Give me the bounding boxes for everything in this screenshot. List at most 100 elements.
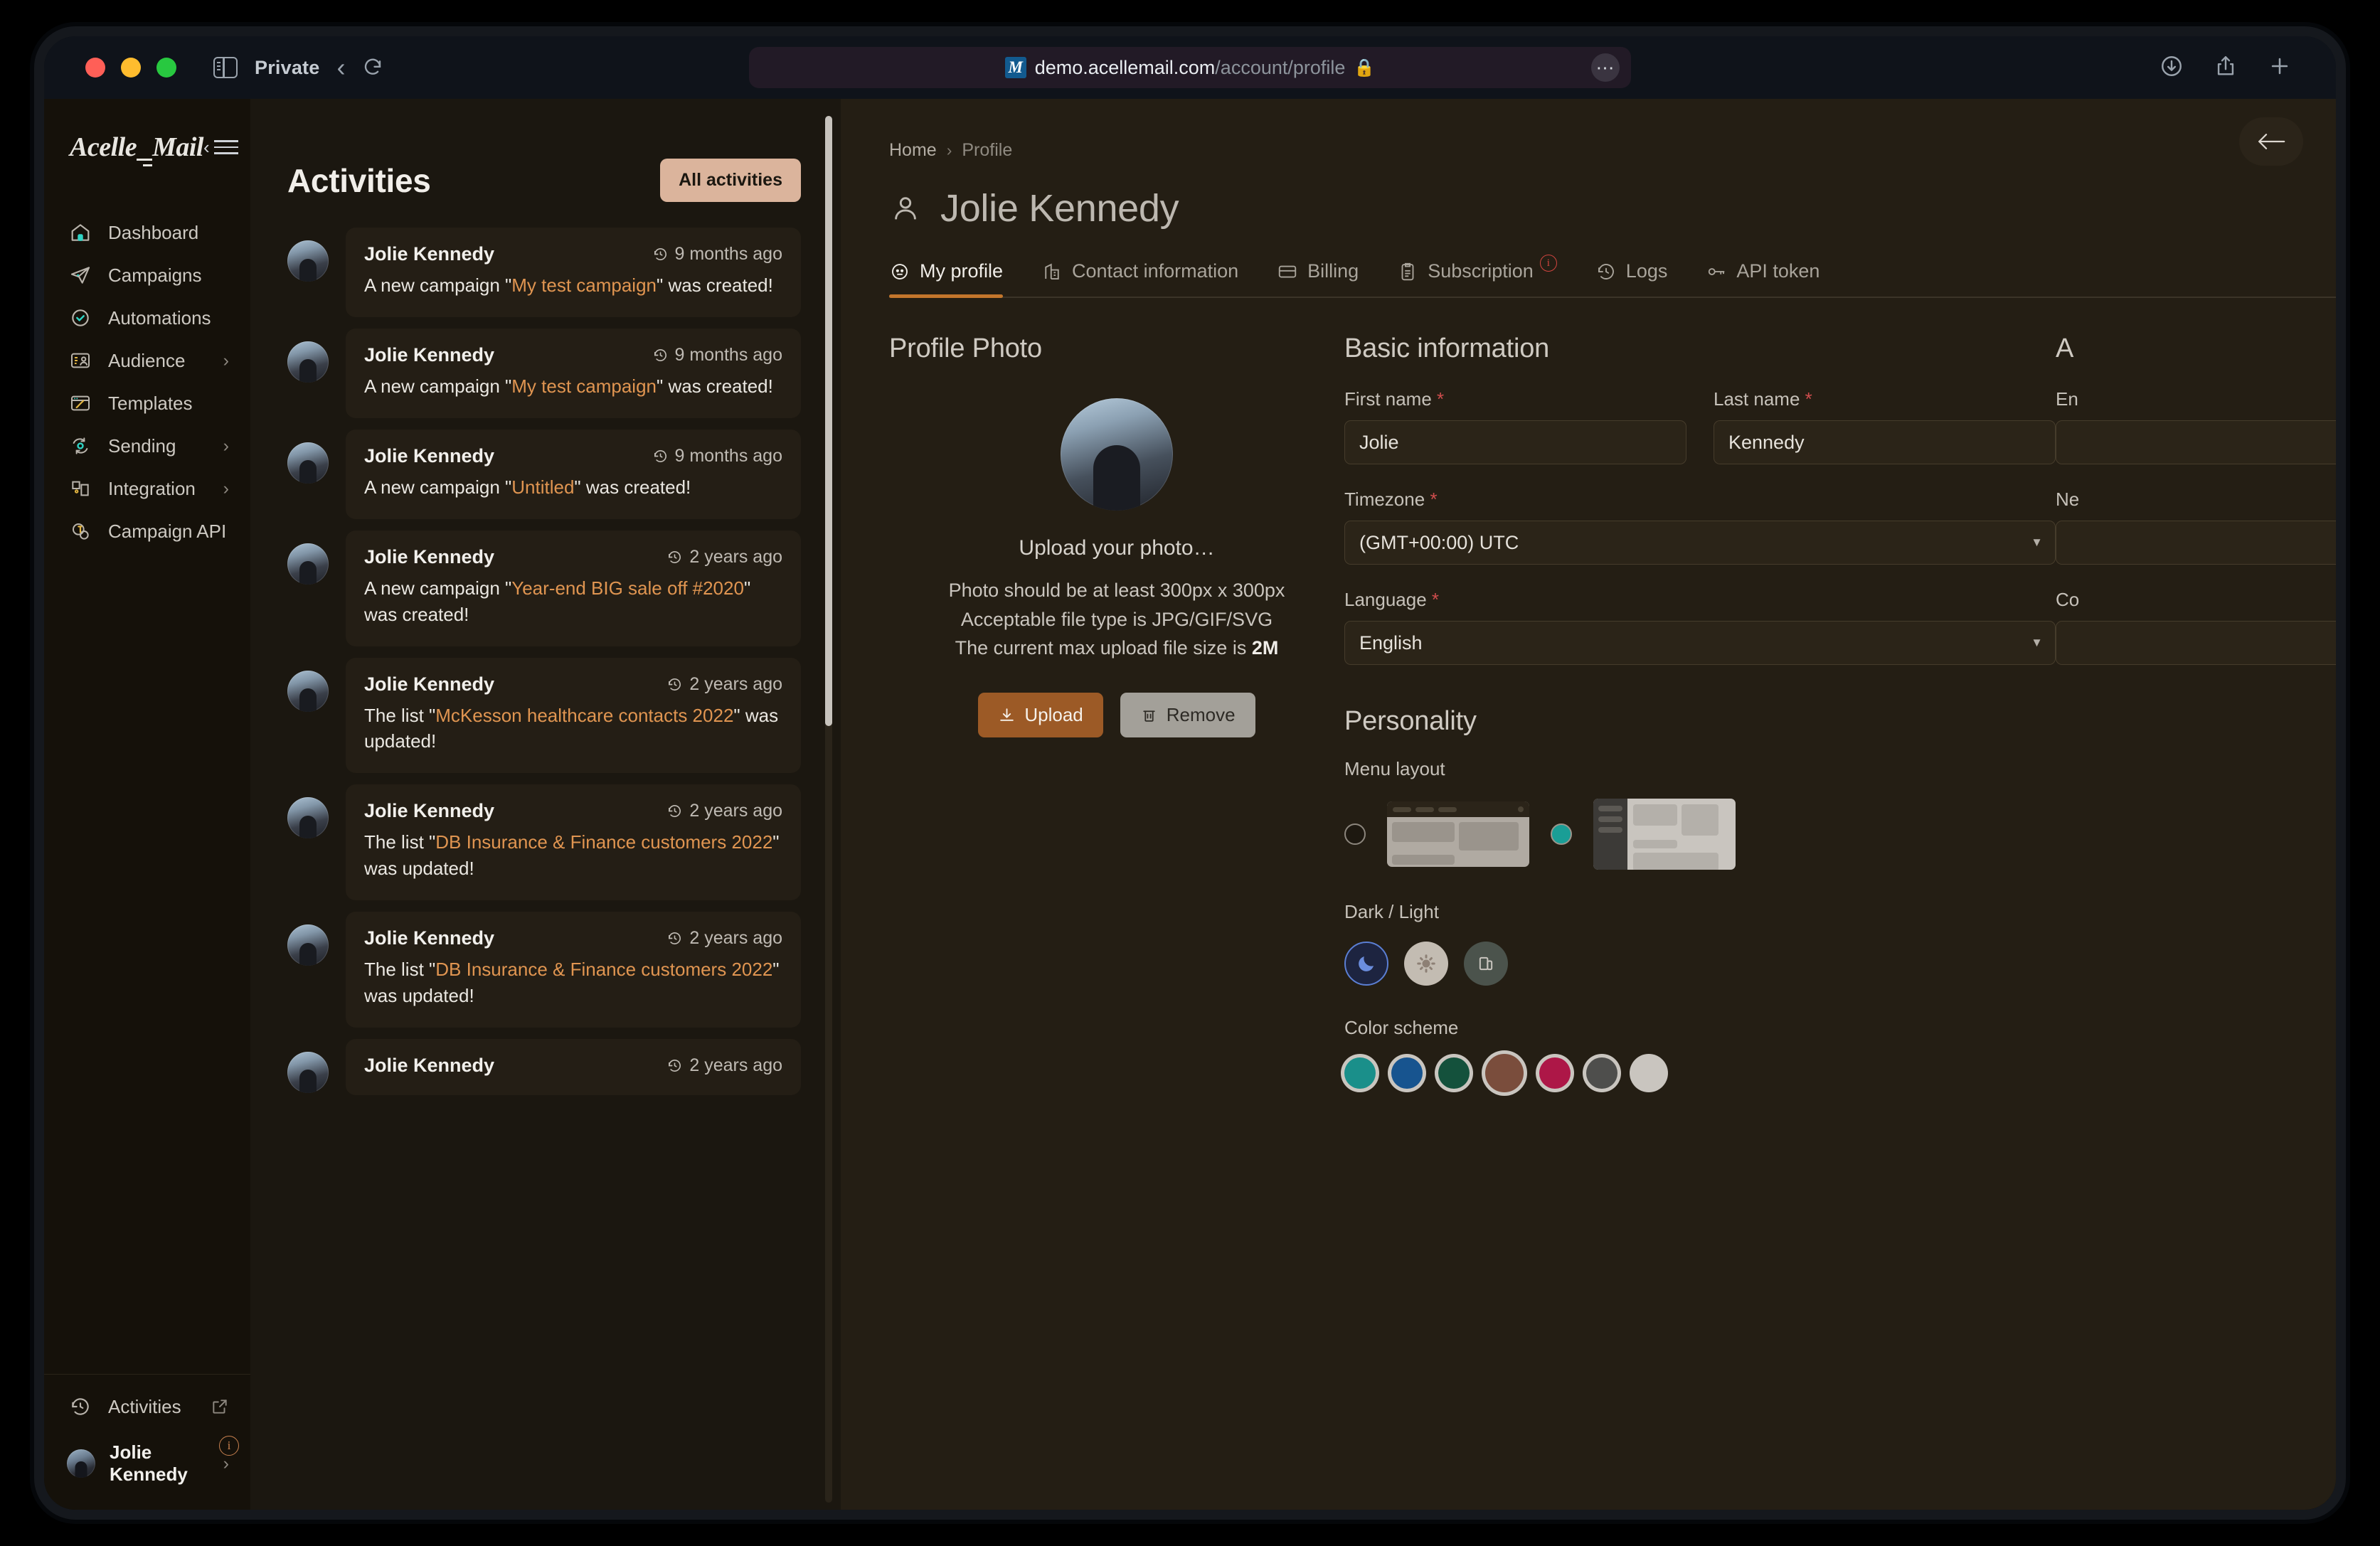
sidebar-item-activities[interactable]: Activities — [44, 1382, 250, 1432]
trash-icon — [1143, 710, 1155, 722]
color-swatch[interactable] — [1633, 1057, 1664, 1089]
color-swatch[interactable] — [1438, 1057, 1470, 1089]
back-icon[interactable]: ‹ — [336, 55, 345, 80]
account-input-2[interactable] — [2056, 521, 2336, 565]
external-link-icon[interactable] — [211, 1397, 229, 1416]
back-button[interactable] — [2239, 117, 2303, 166]
upload-button[interactable]: Upload — [978, 692, 1103, 737]
downloads-icon[interactable] — [2159, 54, 2184, 82]
color-swatch[interactable] — [1539, 1057, 1571, 1089]
account-label-1: En — [2056, 388, 2078, 410]
sidebar-item-campaigns[interactable]: Campaigns — [44, 254, 250, 297]
color-swatch[interactable] — [1344, 1057, 1376, 1089]
breadcrumb-home[interactable]: Home — [889, 140, 937, 161]
photo-requirement-size: Photo should be at least 300px x 300px — [948, 580, 1285, 601]
sidebar-user-row[interactable]: Jolie Kennedy › i — [44, 1432, 250, 1490]
home-icon — [68, 220, 92, 245]
reload-icon[interactable] — [362, 57, 383, 78]
person-icon — [895, 197, 916, 220]
last-name-input[interactable]: Kennedy — [1714, 420, 2056, 464]
menu-layout-radio-top[interactable] — [1344, 823, 1366, 845]
scrollbar-thumb[interactable] — [825, 116, 832, 726]
collapse-sidebar-button[interactable]: ‹ — [203, 137, 238, 159]
activity-item[interactable]: Jolie Kennedy 2 years ago The list "DB Ins… — [287, 912, 801, 1028]
tab-contact-information[interactable]: Contact information — [1041, 260, 1238, 285]
activity-item[interactable]: Jolie Kennedy 9 months ago A new campaign … — [287, 328, 801, 418]
timezone-select[interactable]: (GMT+00:00) UTC — [1344, 521, 2056, 565]
breadcrumb: Home › Profile — [889, 140, 2336, 161]
activity-item[interactable]: Jolie Kennedy 2 years ago The list "DB Ins… — [287, 784, 801, 901]
new-tab-icon[interactable] — [2268, 54, 2292, 82]
sidebar-item-audience[interactable]: Audience › — [44, 339, 250, 382]
activities-scrollbar[interactable] — [825, 116, 832, 1503]
sidebar-item-dashboard[interactable]: Dashboard — [44, 211, 250, 254]
activity-card: Jolie Kennedy 9 months ago A new campaign … — [346, 429, 801, 519]
close-window-button[interactable] — [85, 58, 105, 78]
app-logo[interactable]: Acelle Mail — [70, 132, 203, 166]
tab-billing[interactable]: Billing — [1277, 260, 1359, 285]
tab-my-profile[interactable]: My profile — [889, 260, 1004, 298]
maximize-window-button[interactable] — [156, 58, 176, 78]
sun-icon[interactable] — [1404, 942, 1448, 986]
hamburger-icon — [213, 140, 238, 154]
account-label-2: Ne — [2056, 489, 2080, 510]
sidebar-item-templates[interactable]: Templates — [44, 382, 250, 425]
activity-author: Jolie Kennedy — [364, 927, 495, 949]
tab-logs[interactable]: Logs — [1595, 260, 1667, 285]
tab-api-token[interactable]: API token — [1706, 260, 1819, 285]
page-title: Jolie Kennedy — [889, 186, 2336, 230]
window-controls[interactable] — [85, 58, 176, 78]
more-icon[interactable]: ⋯ — [1591, 53, 1620, 82]
basic-information-section: Basic information First name * Jolie Las… — [1344, 334, 2056, 1092]
activity-timestamp: 2 years ago — [666, 1055, 782, 1076]
required-mark: * — [1805, 388, 1812, 410]
account-input-3[interactable] — [2056, 621, 2336, 665]
avatar — [287, 240, 329, 282]
menu-layout-preview-side[interactable] — [1593, 799, 1736, 870]
activity-author: Jolie Kennedy — [364, 673, 495, 695]
personality-section-title: Personality — [1344, 706, 1477, 736]
menu-layout-radio-side[interactable] — [1551, 823, 1572, 845]
color-swatch[interactable] — [1485, 1054, 1524, 1092]
activity-item[interactable]: Jolie Kennedy 9 months ago A new campaign … — [287, 228, 801, 317]
integration-icon — [68, 476, 92, 501]
activity-item[interactable]: Jolie Kennedy 2 years ago A new campaign "… — [287, 530, 801, 646]
account-field-3: Co — [2056, 589, 2336, 665]
clock-check-icon — [68, 306, 92, 330]
language-select[interactable]: English — [1344, 621, 2056, 665]
tab-label: API token — [1736, 260, 1820, 282]
activity-message: A new campaign "Year-end BIG sale off #2… — [364, 577, 751, 625]
account-input-1[interactable] — [2056, 420, 2336, 464]
tab-subscription[interactable]: Subscription i — [1397, 255, 1557, 285]
profile-avatar — [1061, 398, 1173, 511]
color-swatch[interactable] — [1586, 1057, 1617, 1089]
remove-button[interactable]: Remove — [1120, 692, 1255, 737]
tab-label: Contact information — [1072, 260, 1239, 282]
activity-item[interactable]: Jolie Kennedy 2 years ago — [287, 1038, 801, 1095]
sidebar-item-integration[interactable]: Integration › — [44, 467, 250, 510]
sidebar-item-sending[interactable]: Sending › — [44, 425, 250, 467]
sidebar-item-automations[interactable]: Automations — [44, 297, 250, 339]
all-activities-button[interactable]: All activities — [660, 159, 801, 202]
subscription-warning-badge[interactable]: i — [1539, 255, 1557, 272]
activity-entity: My test campaign — [511, 274, 657, 296]
paper-plane-icon — [68, 263, 92, 287]
activity-item[interactable]: Jolie Kennedy 2 years ago The list "McKess… — [287, 657, 801, 774]
share-icon[interactable] — [2214, 54, 2238, 82]
color-swatch[interactable] — [1391, 1057, 1423, 1089]
moon-icon[interactable] — [1344, 942, 1388, 986]
auto-contrast-icon[interactable] — [1464, 942, 1508, 986]
menu-layout-options — [1344, 799, 2056, 870]
private-mode-label: Private — [255, 56, 320, 78]
menu-layout-preview-top[interactable] — [1387, 801, 1529, 867]
first-name-input[interactable]: Jolie — [1344, 420, 1686, 464]
activity-item[interactable]: Jolie Kennedy 9 months ago A new campaign … — [287, 429, 801, 519]
minimize-window-button[interactable] — [121, 58, 141, 78]
address-bar[interactable]: M demo.acellemail.com/account/profile 🔒 … — [749, 47, 1631, 88]
history-icon — [669, 1060, 681, 1072]
info-badge[interactable]: i — [219, 1436, 239, 1456]
avatar — [287, 670, 329, 712]
sidebar-item-campaign-api[interactable]: Campaign API — [44, 510, 250, 553]
required-mark: * — [1431, 589, 1440, 610]
sidebar-icon[interactable] — [213, 57, 238, 78]
